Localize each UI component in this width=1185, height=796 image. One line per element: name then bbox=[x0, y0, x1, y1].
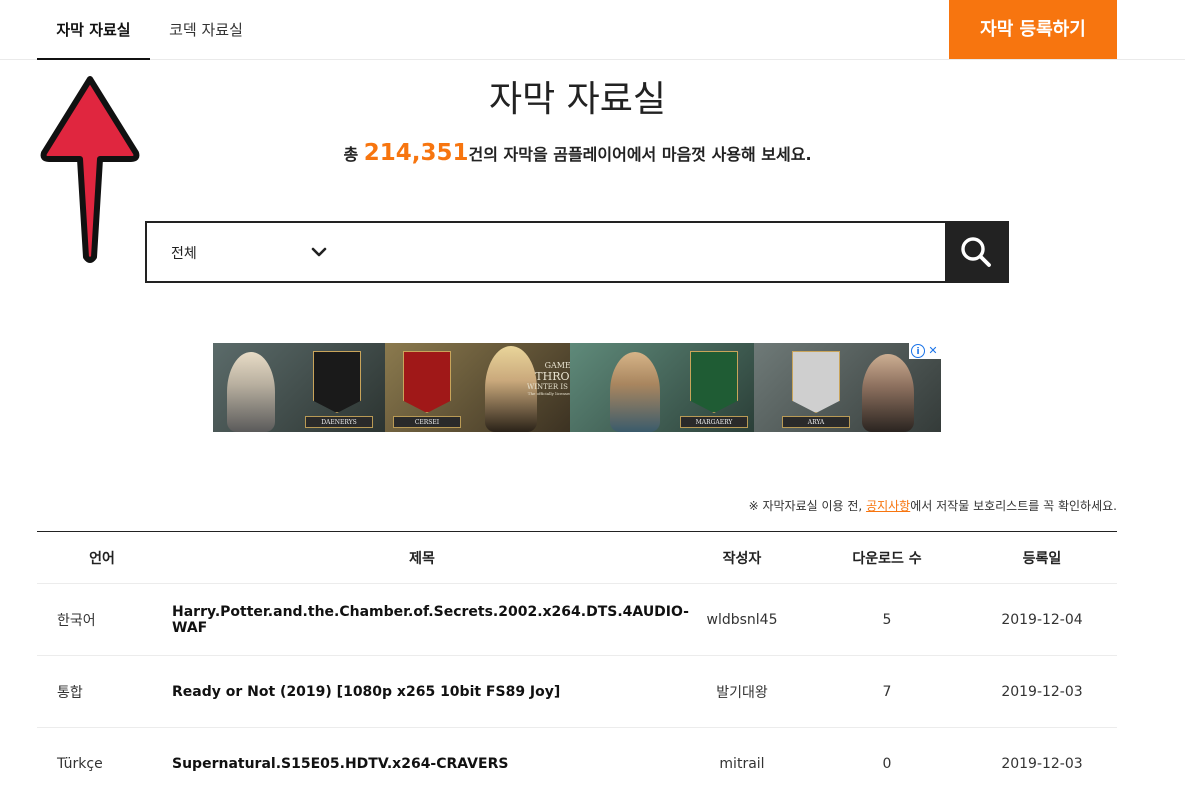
ad-info-icon[interactable]: i bbox=[911, 344, 925, 358]
summary-text: 총 214,351건의 자막을 곰플레이어에서 마음껏 사용해 보세요. bbox=[0, 140, 1155, 166]
summary-suffix: 건의 자막을 곰플레이어에서 마음껏 사용해 보세요. bbox=[468, 145, 812, 164]
row-title-link[interactable]: Supernatural.S15E05.HDTV.x264-CRAVERS bbox=[167, 728, 677, 796]
header-language: 언어 bbox=[89, 550, 115, 567]
page-title: 자막 자료실 bbox=[488, 79, 667, 120]
ad-character-name: MARGAERY bbox=[680, 416, 748, 428]
search-button[interactable] bbox=[945, 223, 1007, 281]
ad-character-name: ARYA bbox=[782, 416, 850, 428]
header-title: 제목 bbox=[409, 550, 435, 567]
ad-controls: i ✕ bbox=[909, 343, 941, 359]
row-downloads: 7 bbox=[882, 683, 892, 700]
chevron-down-icon bbox=[311, 247, 327, 257]
table-row[interactable]: 한국어 Harry.Potter.and.the.Chamber.of.Secr… bbox=[37, 584, 1117, 656]
header-date: 등록일 bbox=[1022, 550, 1062, 567]
subtitle-count: 214,351 bbox=[363, 140, 469, 166]
search-icon bbox=[961, 237, 991, 267]
search-category-label: 전체 bbox=[171, 246, 197, 262]
notice-prefix: ※ 자막자료실 이용 전, bbox=[748, 499, 867, 513]
ad-close-icon[interactable]: ✕ bbox=[926, 344, 940, 358]
search-box: 전체 bbox=[145, 221, 1009, 283]
search-category-select[interactable]: 전체 bbox=[147, 223, 347, 281]
row-date: 2019-12-04 bbox=[1001, 611, 1083, 628]
ad-panel-margaery: MARGAERY bbox=[570, 343, 754, 432]
row-date: 2019-12-03 bbox=[1001, 683, 1083, 700]
table-row[interactable]: 통합 Ready or Not (2019) [1080p x265 10bit… bbox=[37, 656, 1117, 728]
table-row[interactable]: Türkçe Supernatural.S15E05.HDTV.x264-CRA… bbox=[37, 728, 1117, 796]
ad-banner-flag bbox=[792, 351, 840, 413]
row-language: 한국어 bbox=[57, 612, 96, 629]
ad-banner-flag bbox=[403, 351, 451, 413]
tab-subtitle-library[interactable]: 자막 자료실 bbox=[37, 0, 150, 60]
tab-codec-library[interactable]: 코덱 자료실 bbox=[150, 0, 262, 60]
ad-banner-flag bbox=[690, 351, 738, 413]
notice-link[interactable]: 공지사항 bbox=[866, 499, 910, 513]
row-downloads: 0 bbox=[882, 755, 892, 772]
ad-panel-daenerys: DAENERYS bbox=[213, 343, 385, 432]
ad-character-figure bbox=[610, 352, 660, 432]
row-title-link[interactable]: Ready or Not (2019) [1080p x265 10bit FS… bbox=[167, 656, 677, 727]
header-downloads: 다운로드 수 bbox=[852, 550, 922, 567]
notice-suffix: 에서 저작물 보호리스트를 꼭 확인하세요. bbox=[910, 499, 1117, 513]
ad-character-name: CERSEI bbox=[393, 416, 461, 428]
ad-panel-cersei: CERSEI GAME OF THRONES WINTER IS COMING … bbox=[385, 343, 603, 432]
row-author: mitrail bbox=[719, 755, 765, 772]
row-language: 통합 bbox=[57, 684, 83, 701]
row-title-link[interactable]: Harry.Potter.and.the.Chamber.of.Secrets.… bbox=[167, 584, 689, 655]
top-tab-bar: 자막 자료실 코덱 자료실 자막 등록하기 bbox=[0, 0, 1185, 60]
table-header-row: 언어 제목 작성자 다운로드 수 등록일 bbox=[37, 532, 1117, 584]
row-author: wldbsnl45 bbox=[706, 611, 778, 628]
search-input[interactable] bbox=[347, 223, 947, 281]
ad-banner[interactable]: DAENERYS CERSEI GAME OF THRONES WINTER I… bbox=[213, 343, 941, 432]
ad-character-name: DAENERYS bbox=[305, 416, 373, 428]
header-author: 작성자 bbox=[722, 550, 762, 567]
row-date: 2019-12-03 bbox=[1001, 755, 1083, 772]
ad-character-figure bbox=[227, 352, 275, 432]
ad-banner-flag bbox=[313, 351, 361, 413]
copyright-notice: ※ 자막자료실 이용 전, 공지사항에서 저작물 보호리스트를 꼭 확인하세요. bbox=[0, 497, 1117, 514]
subtitle-table: 언어 제목 작성자 다운로드 수 등록일 한국어 Harry.Potter.an… bbox=[37, 531, 1117, 796]
arrow-up-icon bbox=[40, 76, 140, 263]
summary-prefix: 총 bbox=[343, 145, 364, 164]
row-downloads: 5 bbox=[882, 611, 892, 628]
row-language: Türkçe bbox=[57, 755, 103, 772]
row-author: 발기대왕 bbox=[716, 684, 768, 701]
register-subtitle-button[interactable]: 자막 등록하기 bbox=[949, 0, 1117, 59]
ad-character-figure bbox=[862, 354, 914, 432]
